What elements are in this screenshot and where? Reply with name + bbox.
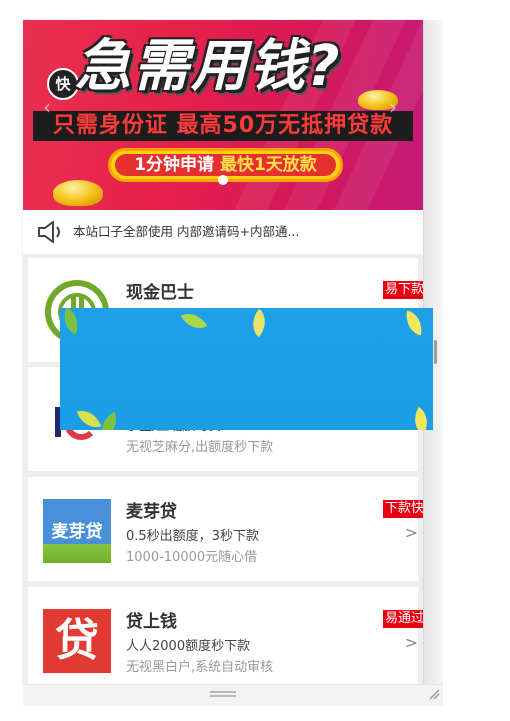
daishangqian-logo-icon: 贷 (43, 609, 111, 673)
banner-headline: 急需用钱? (75, 34, 342, 99)
pill-text-fast: 最快1天放款 (219, 155, 317, 175)
notice-bar[interactable]: 本站口子全部使用 内部邀请码+内部通... (23, 210, 423, 254)
loan-card[interactable]: 麦芽贷 麦芽贷 0.5秒出额度，3秒下款 1000-10000元随心借 下款快 … (28, 477, 423, 581)
leaf-decoration (76, 405, 102, 430)
floating-ad-overlay[interactable] (60, 308, 433, 430)
promo-banner[interactable]: 快 急需用钱? 只需身份证 最高50万无抵押贷款 1分钟申请 最快1天放款 ‹ … (23, 20, 423, 210)
pill-text-apply: 1分钟申请 (134, 155, 215, 175)
leaf-decoration (180, 308, 208, 336)
maiyadai-logo-icon: 麦芽贷 (43, 499, 111, 563)
loan-line2: 无视芝麻分,出额度秒下款 (126, 440, 274, 455)
speaker-icon (38, 221, 60, 243)
loan-tag: 易通过 (382, 610, 423, 628)
resize-grip-icon[interactable] (428, 688, 440, 700)
loan-line1: 人人2000额度秒下款 (126, 639, 251, 654)
gold-ingot-icon (53, 180, 103, 206)
loan-line1: 0.5秒出额度，3秒下款 (126, 529, 259, 544)
loan-tag: 下款快 (382, 500, 423, 518)
logo-text: 贷 (55, 615, 99, 666)
notice-text: 本站口子全部使用 内部邀请码+内部通... (73, 224, 300, 239)
loan-line2: 无视黑白户,系统自动审核 (126, 660, 274, 675)
banner-pill-text: 1分钟申请 最快1天放款 (115, 154, 336, 176)
loan-name: 现金巴士 (126, 283, 194, 303)
prev-arrow-icon[interactable]: ‹ (43, 95, 51, 119)
leaf-decoration (403, 310, 425, 336)
loan-name: 麦芽贷 (126, 502, 177, 522)
leaf-decoration (60, 308, 84, 335)
loan-line2: 1000-10000元随心借 (126, 550, 258, 565)
loan-tag: 易下款 (382, 281, 423, 299)
chevron-right-icon: > (404, 633, 418, 652)
carousel-dot[interactable] (218, 175, 228, 185)
leaf-decoration (407, 406, 433, 430)
logo-text: 麦芽贷 (51, 522, 103, 542)
scrollbar-thumb[interactable] (434, 340, 437, 364)
next-arrow-icon[interactable]: › (389, 95, 397, 119)
banner-tagline: 只需身份证 最高50万无抵押贷款 (33, 111, 413, 141)
loan-name: 贷上钱 (126, 612, 177, 632)
loan-card[interactable]: 贷 贷上钱 人人2000额度秒下款 无视黑白户,系统自动审核 易通过 > (28, 587, 423, 684)
leaf-decoration (245, 308, 273, 338)
drag-handle-icon[interactable] (210, 691, 236, 697)
chevron-right-icon: > (404, 523, 418, 542)
